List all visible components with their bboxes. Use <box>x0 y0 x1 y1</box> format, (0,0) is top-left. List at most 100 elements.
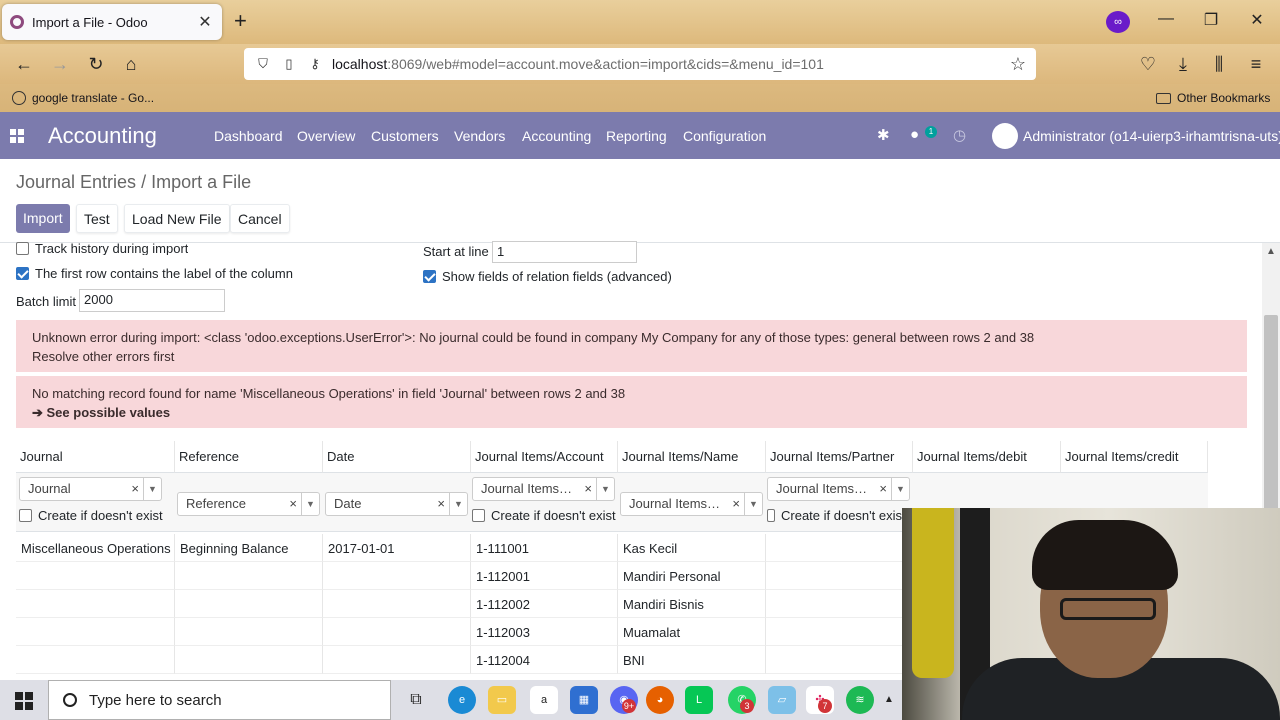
reload-icon[interactable]: ↻ <box>84 52 108 76</box>
menu-reporting[interactable]: Reporting <box>606 128 667 144</box>
url-text[interactable]: localhost:8069/web#model=account.move&ac… <box>332 56 1010 72</box>
discord-badge: 9+ <box>622 699 636 713</box>
chevron-down-icon: ▼ <box>596 478 614 500</box>
close-tab-icon[interactable]: ✕ <box>196 12 214 32</box>
column-header-journal: Journal <box>16 441 175 473</box>
windows-start-icon[interactable] <box>15 692 33 710</box>
chevron-up-icon[interactable]: ▲ <box>882 686 896 714</box>
shield-icon[interactable]: ⛉ <box>254 56 272 72</box>
menu-accounting[interactable]: Accounting <box>522 128 591 144</box>
user-menu[interactable]: Administrator (o14-uierp3-irhamtrisna-ut… <box>1023 128 1280 144</box>
chevron-down-icon: ▼ <box>143 478 161 500</box>
field-select-name[interactable]: Journal Items… × ▼ <box>620 492 763 516</box>
task-view-icon[interactable]: ⧉ <box>402 686 430 714</box>
chevron-down-icon: ▼ <box>449 493 467 515</box>
table-cell: Beginning Balance <box>175 534 323 562</box>
page-icon[interactable]: ▯ <box>280 56 298 72</box>
track-history-option[interactable]: Track history during import <box>16 241 188 255</box>
option-label: Track history during import <box>35 241 189 255</box>
table-cell <box>175 562 323 590</box>
create-checkbox[interactable] <box>472 509 485 522</box>
field-select-partner[interactable]: Journal Items… × ▼ <box>767 477 910 501</box>
create-if-missing-partner[interactable]: Create if doesn't exis <box>767 508 902 523</box>
edge-icon[interactable]: e <box>448 686 476 714</box>
bookmark-star-icon[interactable]: ☆ <box>1010 54 1026 75</box>
field-select-date[interactable]: Date × ▼ <box>325 492 468 516</box>
line-icon[interactable]: L <box>685 686 713 714</box>
library-icon[interactable]: ⫼ <box>1207 52 1231 76</box>
show-relation-fields-option[interactable]: Show fields of relation fields (advanced… <box>423 269 672 284</box>
debug-bug-icon[interactable]: ✱ <box>877 126 890 144</box>
restore-icon[interactable]: ❐ <box>1199 10 1223 30</box>
table-cell <box>16 562 175 590</box>
address-bar[interactable]: ⛉ ▯ ⚷ localhost:8069/web#model=account.m… <box>244 48 1036 80</box>
browser-tab[interactable]: Import a File - Odoo ✕ <box>2 4 222 40</box>
menu-vendors[interactable]: Vendors <box>454 128 505 144</box>
see-possible-values-link[interactable]: ➔ See possible values <box>32 403 1231 422</box>
import-error-alert: Unknown error during import: <class 'odo… <box>16 320 1247 372</box>
field-select-reference[interactable]: Reference × ▼ <box>177 492 320 516</box>
firefox-icon[interactable]: ◕ <box>646 686 674 714</box>
apps-menu-icon[interactable] <box>10 129 24 143</box>
field-select-account[interactable]: Journal Items… × ▼ <box>472 477 615 501</box>
avatar[interactable] <box>992 123 1018 149</box>
webcam-overlay <box>902 508 1280 720</box>
create-checkbox[interactable] <box>767 509 775 522</box>
field-select-journal[interactable]: Journal × ▼ <box>19 477 162 501</box>
chevron-down-icon: ▼ <box>744 493 762 515</box>
taskbar-search[interactable]: Type here to search <box>48 680 391 720</box>
batch-limit-field[interactable]: 2000 <box>79 289 225 312</box>
app-brand[interactable]: Accounting <box>48 123 157 149</box>
close-window-icon[interactable]: ✕ <box>1245 10 1269 30</box>
other-bookmarks[interactable]: Other Bookmarks <box>1156 91 1270 105</box>
clear-icon: × <box>879 481 887 496</box>
minimize-icon[interactable]: — <box>1154 10 1178 28</box>
import-button[interactable]: Import <box>16 204 70 233</box>
menu-overview[interactable]: Overview <box>297 128 355 144</box>
pocket-icon[interactable]: ♡ <box>1136 52 1160 76</box>
breadcrumb: Journal Entries / Import a File <box>16 172 251 193</box>
home-icon[interactable]: ⌂ <box>119 52 143 76</box>
file-explorer-icon[interactable]: ▭ <box>488 686 516 714</box>
tab-title: Import a File - Odoo <box>32 14 148 30</box>
error-message: No matching record found for name 'Misce… <box>32 386 626 401</box>
load-new-file-button[interactable]: Load New File <box>124 204 230 233</box>
column-header-reference: Reference <box>175 441 323 473</box>
clear-icon: × <box>289 496 297 511</box>
key-icon[interactable]: ⚷ <box>306 56 324 72</box>
show-relation-fields-checkbox[interactable] <box>423 270 436 283</box>
bookmark-google-translate[interactable]: google translate - Go... <box>12 91 154 105</box>
downloads-icon[interactable]: ⤓ <box>1171 52 1195 76</box>
table-cell: 1-112003 <box>471 618 618 646</box>
create-if-missing-journal[interactable]: Create if doesn't exist <box>19 508 163 523</box>
bookmarks-bar: google translate - Go... Other Bookmarks <box>0 84 1280 112</box>
spotify-icon[interactable]: ≋ <box>846 686 874 714</box>
track-history-checkbox[interactable] <box>16 241 29 255</box>
first-row-option[interactable]: The first row contains the label of the … <box>16 266 293 281</box>
odoo-favicon-icon <box>10 15 24 29</box>
create-checkbox[interactable] <box>19 509 32 522</box>
create-if-missing-account[interactable]: Create if doesn't exist <box>472 508 616 523</box>
scroll-up-icon[interactable]: ▲ <box>1262 246 1280 257</box>
forward-icon[interactable]: → <box>48 52 72 76</box>
menu-dashboard[interactable]: Dashboard <box>214 128 283 144</box>
menu-customers[interactable]: Customers <box>371 128 439 144</box>
menu-configuration[interactable]: Configuration <box>683 128 766 144</box>
store-icon[interactable]: ▦ <box>570 686 598 714</box>
cancel-button[interactable]: Cancel <box>230 204 290 233</box>
option-label: The first row contains the label of the … <box>35 266 293 281</box>
notes-icon[interactable]: ▱ <box>768 686 796 714</box>
search-placeholder: Type here to search <box>89 691 222 709</box>
breadcrumb-current: Import a File <box>151 172 252 192</box>
activity-clock-icon[interactable]: ◷ <box>953 126 966 144</box>
menu-icon[interactable]: ≡ <box>1244 52 1268 76</box>
breadcrumb-parent[interactable]: Journal Entries <box>16 172 136 192</box>
chat-icon[interactable]: ● <box>910 126 919 143</box>
back-icon[interactable]: ← <box>12 52 36 76</box>
amazon-icon[interactable]: a <box>530 686 558 714</box>
start-at-line-field[interactable]: 1 <box>492 241 637 263</box>
new-tab-icon[interactable]: + <box>234 10 247 32</box>
folder-icon <box>1156 92 1171 104</box>
first-row-checkbox[interactable] <box>16 267 29 280</box>
test-button[interactable]: Test <box>76 204 118 233</box>
